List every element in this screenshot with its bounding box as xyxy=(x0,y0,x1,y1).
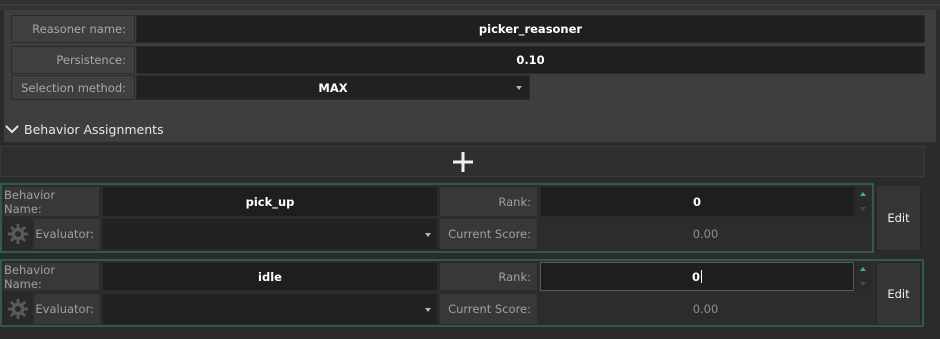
persistence-field[interactable]: 0.10 xyxy=(136,46,925,74)
spin-up-icon[interactable] xyxy=(860,267,866,272)
rank-spinner[interactable] xyxy=(854,262,871,291)
plus-icon xyxy=(452,151,473,172)
selection-method-dropdown[interactable]: MAX xyxy=(136,75,530,100)
selection-method-label: Selection method: xyxy=(11,75,135,100)
current-score-label: Current Score: xyxy=(439,293,538,325)
behavior-assignments-header[interactable]: Behavior Assignments xyxy=(5,118,164,140)
selection-method-value: MAX xyxy=(318,80,348,95)
add-assignment-button[interactable] xyxy=(0,146,925,177)
rank-field[interactable]: 0 xyxy=(540,262,854,291)
chevron-down-icon xyxy=(516,86,522,90)
gear-icon xyxy=(7,298,28,320)
evaluator-label: Evaluator: xyxy=(33,293,101,325)
top-divider xyxy=(0,4,940,6)
behavior-name-label: Behavior Name: xyxy=(3,186,100,217)
behavior-name-field[interactable]: idle xyxy=(102,262,438,291)
evaluator-dropdown[interactable] xyxy=(102,293,438,325)
chevron-down-icon xyxy=(425,233,431,237)
current-score-value: 0.00 xyxy=(540,218,871,250)
reasoner-name-field[interactable]: picker_reasoner xyxy=(136,15,925,43)
reasoner-name-label: Reasoner name: xyxy=(11,15,135,43)
evaluator-label: Evaluator: xyxy=(33,218,101,250)
rank-field[interactable]: 0 xyxy=(540,186,854,217)
behavior-name-label: Behavior Name: xyxy=(3,262,100,291)
text-cursor xyxy=(701,270,702,283)
current-score-value: 0.00 xyxy=(540,293,871,325)
gear-icon xyxy=(7,223,28,245)
evaluator-settings-button[interactable] xyxy=(3,293,32,325)
spin-up-icon[interactable] xyxy=(860,191,866,196)
chevron-down-icon xyxy=(425,308,431,312)
edit-button[interactable]: Edit xyxy=(876,262,921,325)
current-score-label: Current Score: xyxy=(439,218,538,250)
rank-value: 0 xyxy=(691,269,700,284)
evaluator-dropdown[interactable] xyxy=(102,218,438,250)
rank-label: Rank: xyxy=(439,186,538,217)
chevron-down-icon xyxy=(5,125,19,134)
edit-button[interactable]: Edit xyxy=(876,185,921,251)
evaluator-settings-button[interactable] xyxy=(3,218,32,250)
spin-down-icon[interactable] xyxy=(860,207,866,212)
rank-label: Rank: xyxy=(439,262,538,291)
behavior-name-field[interactable]: pick_up xyxy=(102,186,438,217)
spin-down-icon[interactable] xyxy=(860,281,866,286)
persistence-label: Persistence: xyxy=(11,46,135,74)
rank-spinner[interactable] xyxy=(854,186,871,217)
section-title: Behavior Assignments xyxy=(24,121,164,137)
